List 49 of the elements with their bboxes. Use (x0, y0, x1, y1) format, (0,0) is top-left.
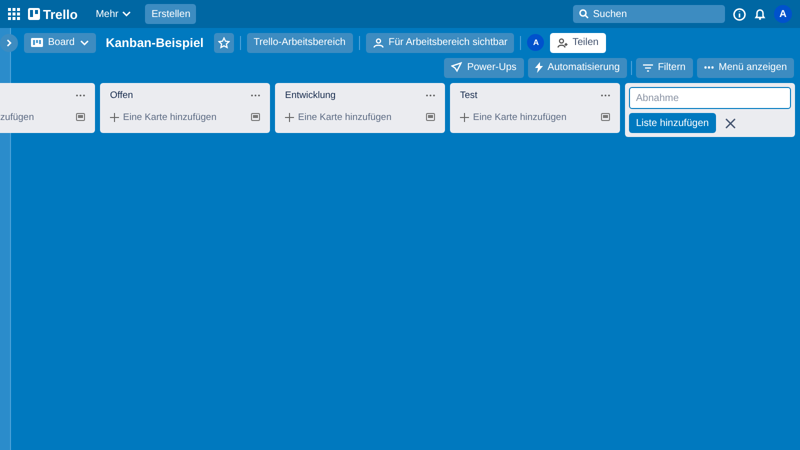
bell-icon[interactable] (754, 8, 766, 20)
create-button[interactable]: Erstellen (145, 4, 196, 24)
info-icon[interactable] (733, 8, 746, 20)
chevron-down-icon (122, 11, 132, 17)
visibility-button[interactable]: Für Arbeitsbereich sichtbar (366, 32, 514, 52)
template-icon[interactable] (426, 113, 435, 121)
list-name-input[interactable]: Abnahme (629, 87, 791, 109)
list-menu-icon[interactable] (251, 94, 260, 97)
filter-button[interactable]: Filtern (636, 58, 693, 78)
more-menu-button[interactable]: Mehr (90, 4, 138, 24)
workspace-button[interactable]: Trello-Arbeitsbereich (246, 32, 353, 52)
plus-icon (285, 112, 294, 122)
template-icon[interactable] (251, 113, 260, 121)
share-button[interactable]: Teilen (550, 32, 606, 52)
more-icon (704, 66, 714, 69)
close-icon[interactable] (724, 118, 736, 128)
list-menu-icon[interactable] (76, 94, 85, 97)
member-avatar[interactable]: A (527, 34, 544, 51)
list-menu-icon[interactable] (426, 94, 435, 97)
add-card-button[interactable]: Eine Karte hinzufügen (110, 112, 216, 122)
chevron-down-icon (80, 40, 89, 46)
list-title[interactable]: Test (460, 90, 478, 101)
menu-button[interactable]: Menü anzeigen (696, 58, 794, 78)
board-title[interactable]: Kanban-Beispiel (106, 36, 204, 50)
bolt-icon (534, 62, 543, 73)
power-ups-button[interactable]: Power-Ups (444, 58, 524, 78)
list-menu-icon[interactable] (601, 94, 610, 97)
template-icon[interactable] (601, 113, 610, 121)
add-card-button[interactable]: Eine Karte hinzufügen (285, 112, 392, 122)
apps-grid-icon[interactable] (8, 8, 20, 20)
board-view-button[interactable]: Board (24, 32, 96, 52)
chevron-right-icon (6, 38, 12, 46)
add-list-button[interactable]: Liste hinzufügen (629, 113, 716, 133)
plus-icon (110, 112, 119, 122)
search-field[interactable]: Suchen (573, 5, 725, 23)
filter-icon (642, 64, 653, 72)
list-title[interactable]: Offen (110, 90, 134, 101)
automation-button[interactable]: Automatisierung (528, 58, 627, 78)
board-icon (31, 38, 43, 47)
list-title[interactable]: Entwicklung (285, 90, 336, 101)
people-icon (372, 38, 384, 48)
star-button[interactable] (214, 32, 234, 52)
template-icon[interactable] (76, 113, 85, 121)
trello-logo[interactable]: Trello (28, 6, 78, 22)
plus-icon (460, 112, 469, 122)
add-person-icon (557, 38, 568, 48)
user-avatar[interactable]: A (774, 5, 792, 23)
add-card-button[interactable]: zufügen (0, 112, 34, 122)
add-card-button[interactable]: Eine Karte hinzufügen (460, 112, 566, 122)
